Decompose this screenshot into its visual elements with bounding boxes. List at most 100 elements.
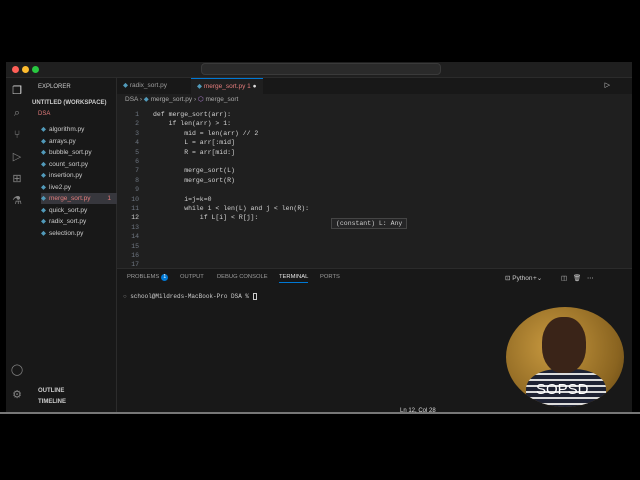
outline-section[interactable]: OUTLINE: [38, 388, 64, 394]
code-line[interactable]: 1 def merge_sort(arr):: [117, 110, 617, 119]
code-line[interactable]: 2 if len(arr) > 1:: [117, 119, 617, 128]
code-text: mid = len(arr) // 2: [153, 129, 259, 137]
close-window-button[interactable]: [12, 66, 19, 73]
code-line[interactable]: 15: [117, 242, 617, 251]
file-name: selection.py: [49, 229, 84, 237]
unsaved-dot-icon: ●: [252, 83, 257, 90]
line-number: 13: [131, 223, 139, 231]
code-text: R = arr[mid:]: [153, 148, 235, 156]
tab-label: radix_sort.py: [129, 82, 168, 89]
file-item[interactable]: ◆ quick_sort.py: [41, 205, 117, 216]
explorer-sidebar: EXPLORER UNTITLED (WORKSPACE) DSA ◆ algor…: [28, 78, 117, 418]
trash-icon[interactable]: 🗑: [573, 274, 581, 282]
frame-top: [0, 0, 640, 62]
split-terminal-icon[interactable]: ◫: [561, 274, 567, 282]
tab-problems[interactable]: PROBLEMS 1: [127, 274, 169, 281]
file-item[interactable]: ◆ insertion.py: [41, 170, 117, 181]
breadcrumb: DSA › ◆ merge_sort.py › ⬡ merge_sort: [125, 96, 239, 103]
search-icon[interactable]: ⌕: [10, 106, 24, 120]
file-item[interactable]: ◆ live2.py: [41, 182, 117, 193]
command-center-search[interactable]: [201, 63, 441, 75]
explorer-icon[interactable]: ❐: [10, 84, 24, 98]
code-line[interactable]: 3 mid = len(arr) // 2: [117, 129, 617, 138]
function-symbol-icon: ⬡: [197, 96, 204, 103]
tab-terminal[interactable]: TERMINAL: [279, 274, 309, 283]
file-name: arrays.py: [49, 137, 76, 145]
python-file-icon: ◆: [41, 126, 46, 133]
python-file-icon: ◆: [197, 83, 204, 90]
editor-tabs: ◆ radix_sort.py ◆ merge_sort.py 1 ● ▷: [117, 78, 632, 94]
line-number: 6: [135, 158, 139, 165]
title-bar: [6, 60, 632, 78]
line-number: 2: [135, 120, 139, 128]
python-file-icon: ◆: [41, 137, 46, 145]
code-text: i=j=k=0: [153, 195, 212, 203]
code-line[interactable]: 10 i=j=k=0: [117, 195, 617, 204]
python-file-icon: ◆: [143, 96, 149, 103]
file-name: merge_sort.py: [49, 195, 91, 202]
status-position[interactable]: Ln 12, Col 28: [400, 408, 436, 414]
source-control-icon[interactable]: ⑂: [10, 128, 24, 142]
folder-dsa[interactable]: DSA: [38, 111, 50, 117]
terminal-cursor: [252, 293, 257, 300]
minimize-window-button[interactable]: [22, 66, 29, 73]
new-terminal-icon[interactable]: +⌄: [533, 274, 542, 282]
code-text: if len(arr) > 1:: [153, 120, 232, 128]
extensions-icon[interactable]: ⊞: [10, 172, 24, 186]
run-debug-icon[interactable]: ▷: [10, 150, 24, 164]
more-actions-icon[interactable]: ⋯: [587, 274, 594, 282]
breadcrumb-file[interactable]: merge_sort.py: [151, 96, 193, 103]
line-number: 8: [135, 176, 139, 184]
code-line[interactable]: 5 R = arr[mid:]: [117, 148, 617, 157]
file-item[interactable]: ◆ selection.py: [41, 228, 117, 239]
explorer-title: EXPLORER: [38, 84, 71, 90]
terminal-output[interactable]: ○ school@Mildreds-MacBook-Pro DSA %: [123, 293, 257, 300]
code-line[interactable]: 7 merge_sort(L): [117, 166, 617, 175]
testing-icon[interactable]: ⚗: [10, 194, 24, 208]
file-item[interactable]: ◆ radix_sort.py: [41, 216, 117, 227]
file-name: algorithm.py: [49, 126, 85, 133]
python-file-icon: ◆: [41, 183, 46, 191]
code-line[interactable]: 14: [117, 232, 617, 241]
editor[interactable]: ◆ radix_sort.py ◆ merge_sort.py 1 ● ▷ DS…: [117, 78, 632, 268]
file-name: bubble_sort.py: [49, 149, 92, 156]
code-text: if L[i] < R[j]:: [153, 214, 259, 222]
workspace-header[interactable]: UNTITLED (WORKSPACE): [32, 100, 107, 106]
breadcrumb-symbol[interactable]: merge_sort: [205, 96, 238, 103]
python-file-icon: ◆: [41, 149, 46, 156]
file-item[interactable]: ◆ count_sort.py: [41, 159, 117, 170]
terminal-shell-selector[interactable]: ⊡ Python: [505, 274, 533, 282]
line-number: 7: [135, 167, 139, 175]
account-icon[interactable]: ◯: [10, 363, 24, 377]
code-line[interactable]: 8 merge_sort(R): [117, 176, 617, 185]
code-line[interactable]: 11 while i < len(L) and j < len(R):: [117, 204, 617, 213]
webcam-person-face: [542, 317, 586, 373]
line-number: 10: [131, 195, 139, 203]
python-file-icon: ◆: [123, 82, 130, 89]
line-number: 16: [131, 252, 139, 259]
tab-merge-sort[interactable]: ◆ merge_sort.py 1 ●: [191, 78, 263, 94]
tab-debug-console[interactable]: DEBUG CONSOLE: [217, 274, 268, 280]
code-line[interactable]: 16: [117, 251, 617, 260]
python-file-icon: ◆: [41, 172, 46, 179]
breadcrumb-folder[interactable]: DSA: [125, 96, 138, 103]
code-line[interactable]: 6: [117, 157, 617, 166]
run-icon[interactable]: ▷: [605, 81, 610, 89]
tab-label: PROBLEMS: [127, 274, 160, 280]
tab-radix-sort[interactable]: ◆ radix_sort.py: [117, 78, 173, 94]
timeline-section[interactable]: TIMELINE: [38, 399, 66, 405]
file-item[interactable]: ◆ arrays.py: [41, 136, 117, 147]
python-file-icon: ◆: [41, 206, 46, 214]
file-item[interactable]: ◆ bubble_sort.py: [41, 147, 117, 158]
settings-gear-icon[interactable]: ⚙: [10, 388, 24, 402]
python-file-icon: ◆: [41, 160, 46, 168]
tab-output[interactable]: OUTPUT: [180, 274, 204, 280]
maximize-window-button[interactable]: [32, 66, 39, 73]
tab-ports[interactable]: PORTS: [320, 274, 340, 280]
file-item[interactable]: ◆ merge_sort.py 1: [41, 193, 117, 204]
terminal-prompt: school@Mildreds-MacBook-Pro DSA %: [130, 293, 253, 301]
code-line[interactable]: 9: [117, 185, 617, 194]
code-line[interactable]: 4 L = arr[:mid]: [117, 138, 617, 147]
file-item[interactable]: ◆ algorithm.py: [41, 124, 117, 135]
line-number: 3: [135, 129, 139, 137]
